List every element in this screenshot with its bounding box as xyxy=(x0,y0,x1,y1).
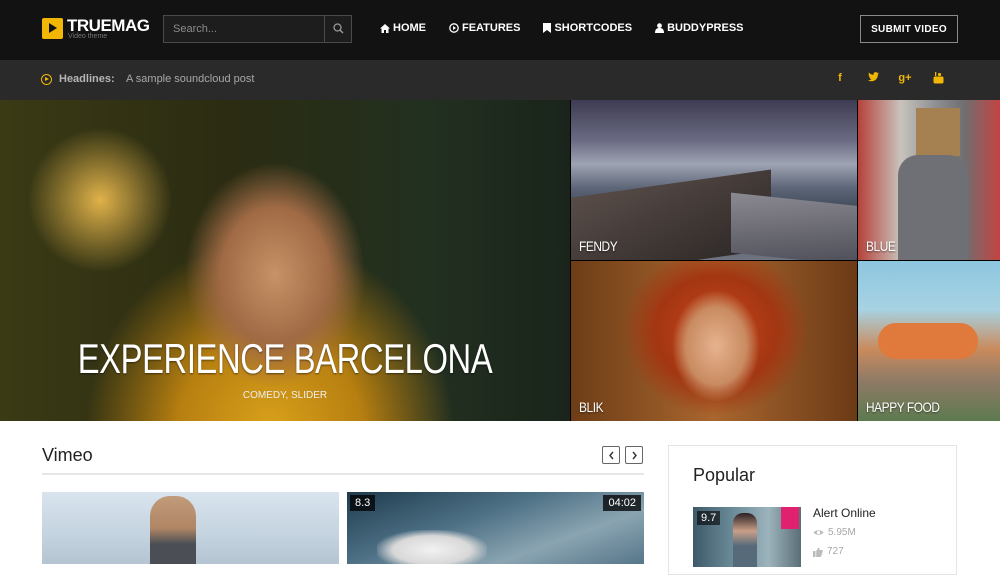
video-thumbnail[interactable] xyxy=(42,492,339,564)
headlines-play-icon xyxy=(41,74,52,85)
popular-post-thumbnail[interactable]: 9.7 xyxy=(693,507,801,567)
nav-item-home[interactable]: HOME xyxy=(380,22,426,34)
featured-post-blik[interactable]: BLIK xyxy=(571,261,857,421)
facebook-icon[interactable]: f xyxy=(832,72,848,84)
twitter-icon[interactable] xyxy=(865,72,881,85)
widget-title-popular: Popular xyxy=(693,465,756,485)
site-logo[interactable]: TRUEMAG Video theme xyxy=(42,16,152,44)
headlines-bar: Headlines: A sample soundcloud post f g+ xyxy=(0,60,1000,100)
popular-post-views: 5.95M xyxy=(813,527,856,538)
video-score-badge: 8.3 xyxy=(350,495,376,511)
ribbon-icon xyxy=(781,507,799,529)
featured-post-title: BLIK xyxy=(579,399,604,415)
main-nav: HOME FEATURES SHORTCODES BUDDYPRESS xyxy=(380,22,744,34)
featured-post-fendy[interactable]: FENDY xyxy=(571,100,857,260)
submit-video-button[interactable]: SUBMIT VIDEO xyxy=(860,15,958,43)
home-icon xyxy=(380,23,390,33)
search-box xyxy=(163,15,352,43)
thumbs-up-icon xyxy=(813,547,823,557)
featured-post-title: FENDY xyxy=(579,238,618,254)
search-input[interactable] xyxy=(164,16,324,42)
featured-post-main[interactable]: EXPERIENCE BARCELONA COMEDY, SLIDER xyxy=(0,100,570,421)
top-header: TRUEMAG Video theme HOME FEATURES xyxy=(0,0,1000,60)
featured-post-happy-food[interactable]: HAPPY FOOD xyxy=(858,261,1000,421)
featured-post-title: HAPPY FOOD xyxy=(866,399,940,415)
carousel-next-button[interactable] xyxy=(625,446,643,464)
nav-item-shortcodes[interactable]: SHORTCODES xyxy=(543,22,632,34)
nav-item-features[interactable]: FEATURES xyxy=(449,22,520,34)
headlines-label: Headlines: xyxy=(59,73,115,85)
featured-post-title: BLUE HYBRIDO xyxy=(866,238,950,254)
views-count: 5.95M xyxy=(828,527,856,538)
featured-post-blue-hybrido[interactable]: BLUE HYBRIDO xyxy=(858,100,1000,260)
video-thumbnail[interactable]: 8.3 04:02 xyxy=(347,492,644,564)
featured-post-title: EXPERIENCE BARCELONA xyxy=(77,335,493,382)
nav-item-label: BUDDYPRESS xyxy=(667,22,744,34)
featured-post-categories[interactable]: COMEDY, SLIDER xyxy=(0,390,570,401)
google-plus-icon[interactable]: g+ xyxy=(897,72,913,84)
logo-tagline: Video theme xyxy=(68,33,108,40)
nav-item-label: HOME xyxy=(393,22,426,34)
user-icon xyxy=(655,23,665,33)
nav-item-label: SHORTCODES xyxy=(554,22,633,34)
chevron-left-icon xyxy=(609,451,614,460)
chevron-right-icon xyxy=(632,451,637,460)
popular-score-badge: 9.7 xyxy=(697,511,721,525)
logo-play-icon xyxy=(42,18,63,39)
youtube-icon[interactable] xyxy=(930,72,946,87)
bookmark-icon xyxy=(543,23,552,33)
headline-link[interactable]: A sample soundcloud post xyxy=(126,73,254,85)
popular-post-title[interactable]: Alert Online xyxy=(813,506,876,520)
eye-icon xyxy=(813,530,824,535)
search-button[interactable] xyxy=(324,16,351,42)
nav-item-buddypress[interactable]: BUDDYPRESS xyxy=(655,22,744,34)
section-divider xyxy=(42,473,644,475)
video-duration-badge: 04:02 xyxy=(603,495,641,511)
search-icon xyxy=(333,23,344,34)
hero-slider: EXPERIENCE BARCELONA COMEDY, SLIDER FEND… xyxy=(0,100,1000,421)
carousel-prev-button[interactable] xyxy=(602,446,620,464)
section-title-vimeo: Vimeo xyxy=(42,445,93,465)
nav-item-label: FEATURES xyxy=(462,22,521,34)
likes-count: 727 xyxy=(827,546,844,557)
popular-post-likes: 727 xyxy=(813,546,844,557)
play-circle-icon xyxy=(449,23,459,33)
